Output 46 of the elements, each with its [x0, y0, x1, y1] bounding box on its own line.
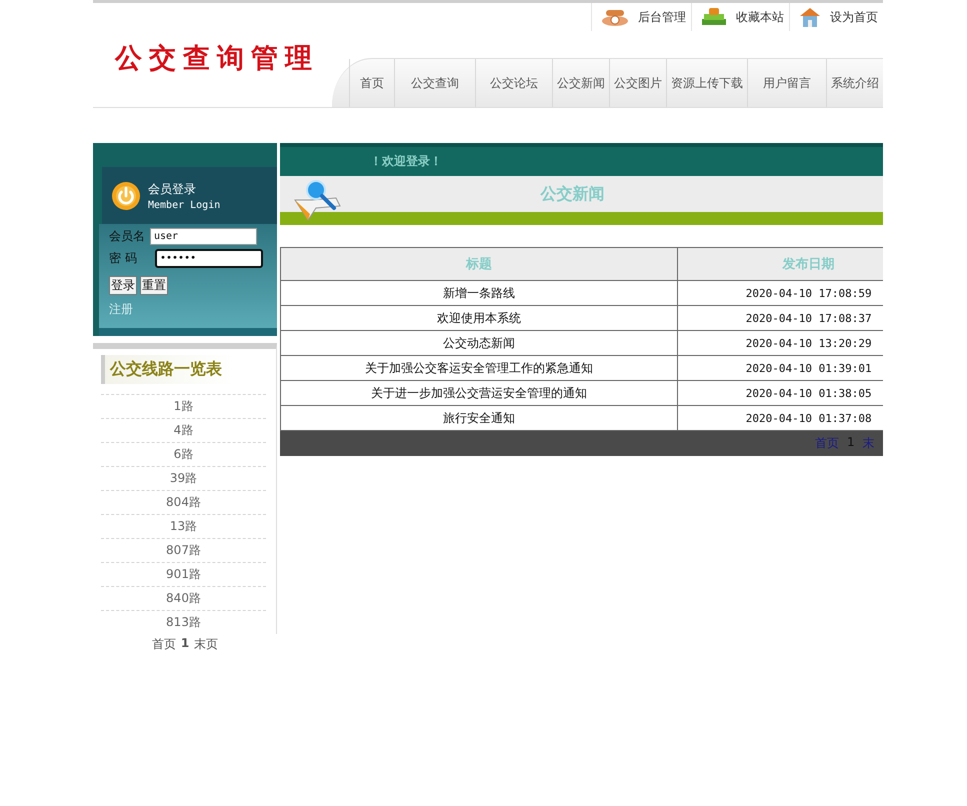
login-button[interactable]: 登录 [109, 276, 137, 295]
route-link[interactable]: 813路 [101, 610, 266, 634]
route-link[interactable]: 39路 [101, 466, 266, 490]
site-logo: 公交查询管理 [114, 42, 320, 76]
column-header: 发布日期 [678, 248, 883, 280]
reset-button[interactable]: 重置 [140, 276, 168, 295]
nav-item[interactable]: 资源上传下载 [666, 59, 747, 107]
nav-item[interactable]: 公交查询 [394, 59, 475, 107]
route-link[interactable]: 807路 [101, 538, 266, 562]
route-link[interactable]: 1路 [101, 394, 266, 418]
table-cell: 公交动态新闻 [280, 330, 678, 356]
login-title: 会员登录 [148, 180, 197, 198]
route-link[interactable]: 4路 [101, 418, 266, 442]
nav-item[interactable]: 公交新闻 [552, 59, 609, 107]
top-link[interactable]: 收藏本站 [691, 3, 789, 31]
top-link[interactable]: 设为首页 [789, 3, 883, 31]
house-icon [798, 6, 822, 28]
route-link[interactable]: 13路 [101, 514, 266, 538]
table-cell: 欢迎使用本系统 [280, 306, 678, 330]
table-cell: 新增一条路线 [280, 280, 678, 306]
nav-item[interactable]: 公交论坛 [475, 59, 552, 107]
route-link[interactable]: 840路 [101, 586, 266, 610]
nav-item[interactable]: 系统介绍 [826, 59, 883, 107]
welcome-text: ！欢迎登录！ [370, 153, 442, 170]
books-icon [700, 7, 728, 27]
login-subtitle: Member Login [148, 200, 220, 210]
pager-link[interactable]: 首页 [152, 636, 176, 653]
column-header: 标题 [280, 248, 678, 280]
table-cell: 关于加强公交客运安全管理工作的紧急通知 [280, 356, 678, 380]
password-field[interactable]: •••••• [155, 249, 263, 268]
top-link[interactable]: 后台管理 [591, 3, 691, 31]
nav-item[interactable]: 首页 [349, 59, 394, 107]
table-cell: 关于进一步加强公交营运安全管理的通知 [280, 380, 678, 406]
nav-item[interactable]: 用户留言 [747, 59, 826, 107]
username-label: 会员名 [109, 228, 146, 245]
pager-link[interactable]: 末页 [194, 636, 218, 653]
phone-icon [600, 7, 630, 27]
route-link[interactable]: 901路 [101, 562, 266, 586]
username-field[interactable]: user [150, 228, 257, 245]
route-link[interactable]: 804路 [101, 490, 266, 514]
pager-link[interactable]: 1 [180, 636, 190, 653]
nav-item[interactable]: 公交图片 [609, 59, 666, 107]
news-title: 公交新闻 [539, 184, 606, 204]
password-label: 密 码 [109, 250, 138, 267]
route-link[interactable]: 6路 [101, 442, 266, 466]
power-icon [111, 180, 141, 210]
